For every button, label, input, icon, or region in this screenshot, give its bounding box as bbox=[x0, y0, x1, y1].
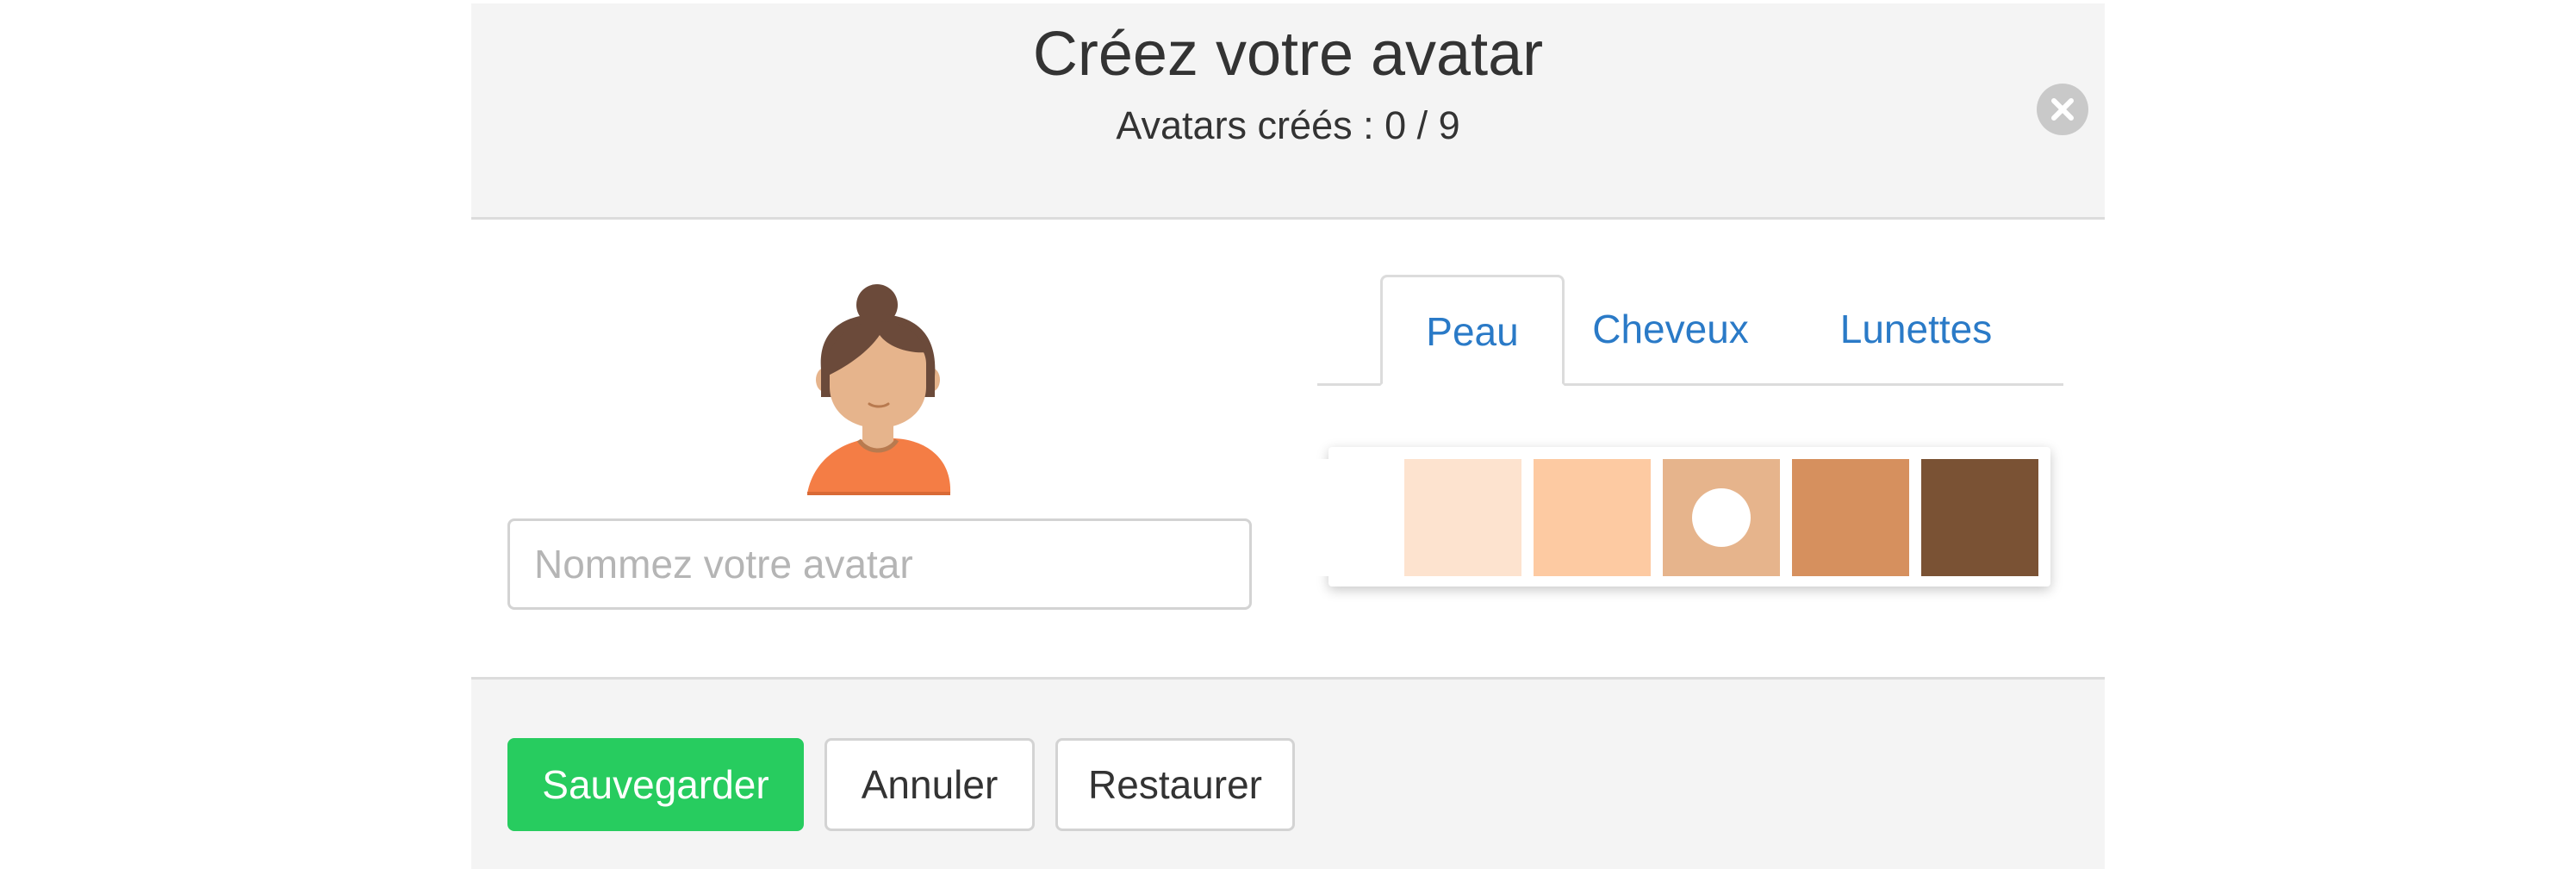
avatar-creator-modal: Créez votre avatar Avatars créés : 0 / 9 bbox=[471, 3, 2105, 869]
save-button[interactable]: Sauvegarder bbox=[507, 738, 804, 831]
restore-button[interactable]: Restaurer bbox=[1055, 738, 1295, 831]
tab-label: Lunettes bbox=[1839, 307, 1993, 351]
skin-swatch-4[interactable] bbox=[1663, 459, 1780, 576]
tab-lunettes[interactable]: Lunettes bbox=[1800, 275, 2032, 383]
skin-swatch-1[interactable] bbox=[1273, 459, 1391, 576]
skin-swatch-6[interactable] bbox=[1921, 459, 2038, 576]
close-button[interactable] bbox=[2037, 84, 2088, 135]
tab-cheveux[interactable]: Cheveux bbox=[1567, 275, 1774, 383]
modal-body: Peau Cheveux Lunettes bbox=[471, 220, 2105, 679]
cancel-button[interactable]: Annuler bbox=[824, 738, 1035, 831]
modal-title: Créez votre avatar bbox=[1032, 20, 1544, 89]
avatar-preview bbox=[806, 283, 969, 495]
avatar-preview-icon bbox=[807, 284, 951, 495]
skin-swatch-2[interactable] bbox=[1404, 459, 1521, 576]
skin-swatch-5[interactable] bbox=[1792, 459, 1909, 576]
selected-indicator bbox=[1692, 488, 1751, 547]
avatar-name-input[interactable] bbox=[507, 518, 1252, 610]
tab-peau[interactable]: Peau bbox=[1380, 275, 1565, 386]
modal-header: Créez votre avatar Avatars créés : 0 / 9 bbox=[471, 3, 2105, 220]
modal-footer: Sauvegarder Annuler Restaurer bbox=[471, 677, 2105, 869]
customization-tabs: Peau Cheveux Lunettes bbox=[1317, 275, 2063, 386]
tab-label: Peau bbox=[1426, 309, 1519, 354]
close-icon bbox=[2051, 98, 2074, 121]
tab-label: Cheveux bbox=[1592, 307, 1749, 351]
skin-color-palette bbox=[1273, 447, 2050, 587]
skin-swatch-3[interactable] bbox=[1534, 459, 1651, 576]
avatar-count: Avatars créés : 0 / 9 bbox=[1116, 103, 1460, 147]
